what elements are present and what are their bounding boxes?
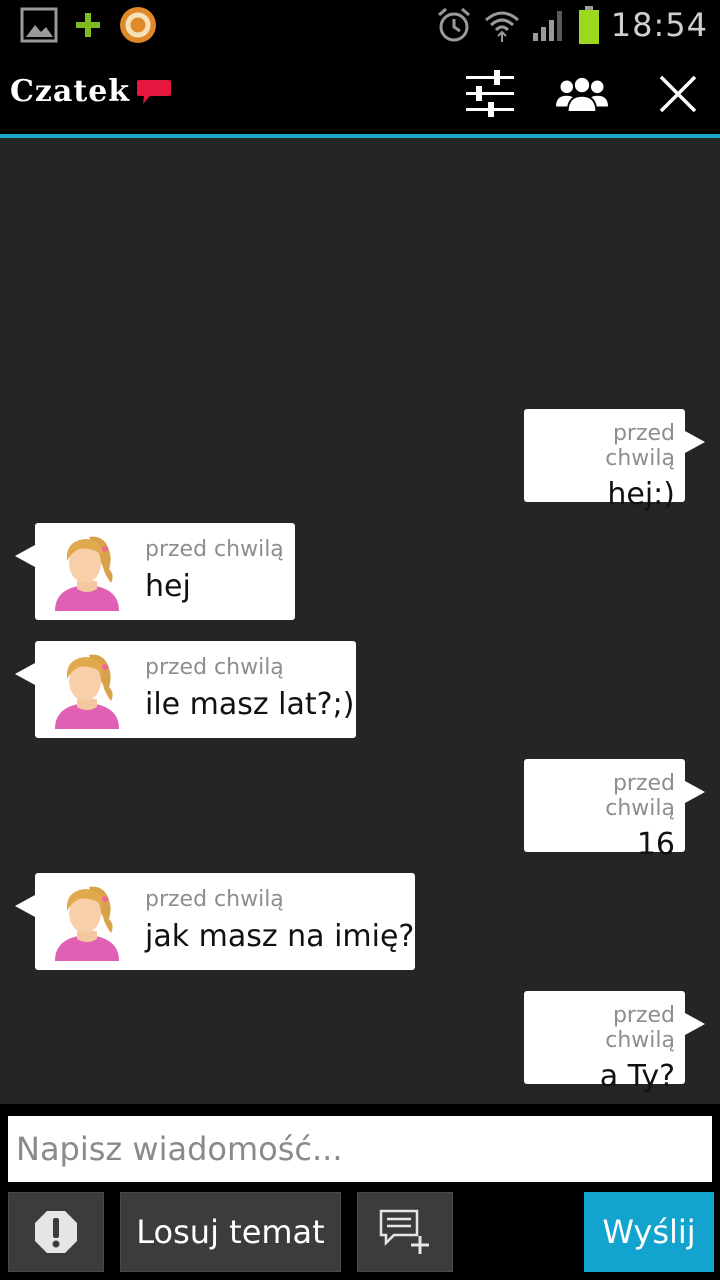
battery-icon	[578, 6, 599, 44]
settings-sliders-icon	[466, 70, 514, 117]
message-time: przed chwilą	[605, 1003, 675, 1053]
avatar-female-icon	[55, 654, 119, 729]
alarm-icon	[437, 7, 470, 42]
alert-octagon-icon	[35, 1211, 77, 1253]
add-topic-icon	[379, 1209, 429, 1254]
status-right-icons: 18:54	[435, 4, 708, 46]
message-outgoing: przed chwilą 16	[524, 759, 705, 862]
message-time: przed chwilą	[605, 771, 675, 821]
clock: 18:54	[610, 6, 708, 44]
logo-text: Czatek	[10, 74, 131, 109]
message-time: przed chwilą	[145, 655, 284, 680]
signal-icon	[532, 11, 562, 41]
users-icon	[556, 76, 608, 113]
status-bar: 18:54	[0, 0, 720, 50]
message-text: hej:)	[607, 477, 675, 512]
close-button[interactable]	[652, 68, 704, 120]
message-incoming: przed chwilą hej	[15, 523, 295, 620]
users-button[interactable]	[556, 68, 608, 120]
random-topic-button[interactable]: Losuj temat	[120, 1192, 341, 1272]
message-input[interactable]	[8, 1116, 712, 1182]
wifi-icon	[484, 11, 519, 42]
status-left-icons	[20, 6, 158, 44]
new-topic-button[interactable]	[357, 1192, 453, 1272]
close-icon	[659, 75, 697, 113]
message-text: a Ty?	[599, 1059, 675, 1094]
send-button[interactable]: Wyślij	[584, 1192, 714, 1272]
message-text: ile masz lat?;)	[145, 687, 355, 722]
app-icon	[120, 7, 156, 43]
avatar-female-icon	[55, 536, 119, 611]
message-incoming: przed chwilą jak masz na imię?	[15, 873, 415, 970]
gallery-icon	[20, 7, 58, 43]
composer: Losuj temat Wyślij	[0, 1104, 720, 1280]
message-text: hej	[145, 569, 191, 604]
report-button[interactable]	[8, 1192, 104, 1272]
message-time: przed chwilą	[145, 887, 284, 912]
message-time: przed chwilą	[145, 537, 284, 562]
message-outgoing: przed chwilą a Ty?	[524, 991, 705, 1094]
app-bar: Czatek	[0, 50, 720, 138]
message-text: jak masz na imię?	[145, 919, 415, 954]
chat-bubble-icon	[137, 80, 172, 104]
message-time: przed chwilą	[605, 421, 675, 471]
message-text: 16	[636, 827, 675, 862]
app-logo: Czatek	[10, 74, 172, 109]
message-incoming: przed chwilą ile masz lat?;)	[15, 641, 356, 738]
avatar-female-icon	[55, 886, 119, 961]
message-outgoing: przed chwilą hej:)	[524, 409, 705, 512]
plus-icon	[76, 13, 100, 37]
settings-button[interactable]	[464, 68, 516, 120]
